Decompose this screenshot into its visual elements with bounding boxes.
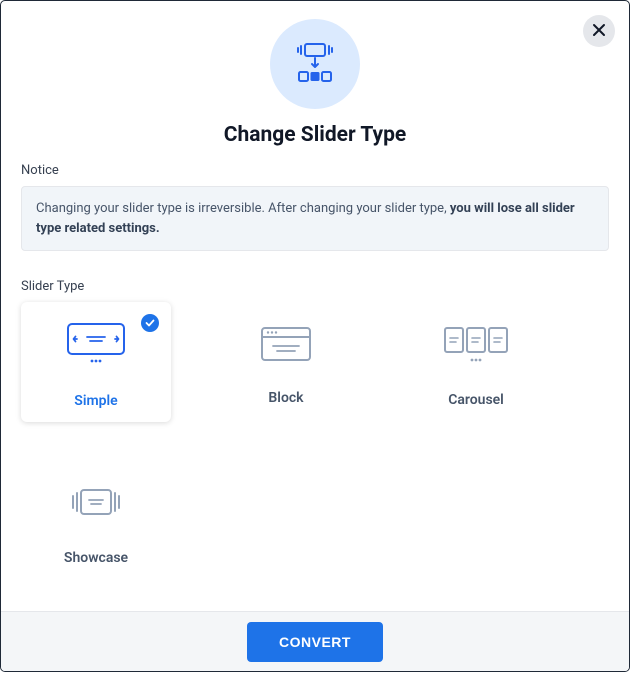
showcase-slider-icon: [64, 484, 128, 528]
modal-title: Change Slider Type: [21, 123, 609, 147]
check-icon: [141, 314, 159, 332]
modal-footer: CONVERT: [1, 611, 629, 671]
slider-type-label: Slider Type: [21, 279, 609, 294]
simple-slider-icon: [65, 321, 127, 371]
close-icon: [592, 21, 606, 42]
change-slider-type-modal: Change Slider Type Notice Changing your …: [0, 0, 630, 672]
option-label: Simple: [74, 393, 117, 409]
close-button[interactable]: [583, 15, 615, 47]
option-label: Block: [268, 390, 303, 406]
option-showcase[interactable]: Showcase: [21, 462, 171, 582]
notice-text: Changing your slider type is irreversibl…: [36, 201, 450, 216]
slider-convert-icon: [270, 19, 360, 109]
slider-type-options: Simple Block: [21, 302, 609, 582]
notice-box: Changing your slider type is irreversibl…: [21, 186, 609, 251]
option-block[interactable]: Block: [211, 302, 361, 422]
option-label: Carousel: [448, 392, 504, 408]
block-slider-icon: [256, 324, 316, 368]
notice-label: Notice: [21, 163, 609, 178]
modal-body: Change Slider Type Notice Changing your …: [1, 1, 629, 611]
option-simple[interactable]: Simple: [21, 302, 171, 422]
option-carousel[interactable]: Carousel: [401, 302, 551, 422]
convert-button[interactable]: CONVERT: [247, 622, 383, 662]
carousel-slider-icon: [440, 322, 512, 370]
option-label: Showcase: [64, 550, 128, 566]
